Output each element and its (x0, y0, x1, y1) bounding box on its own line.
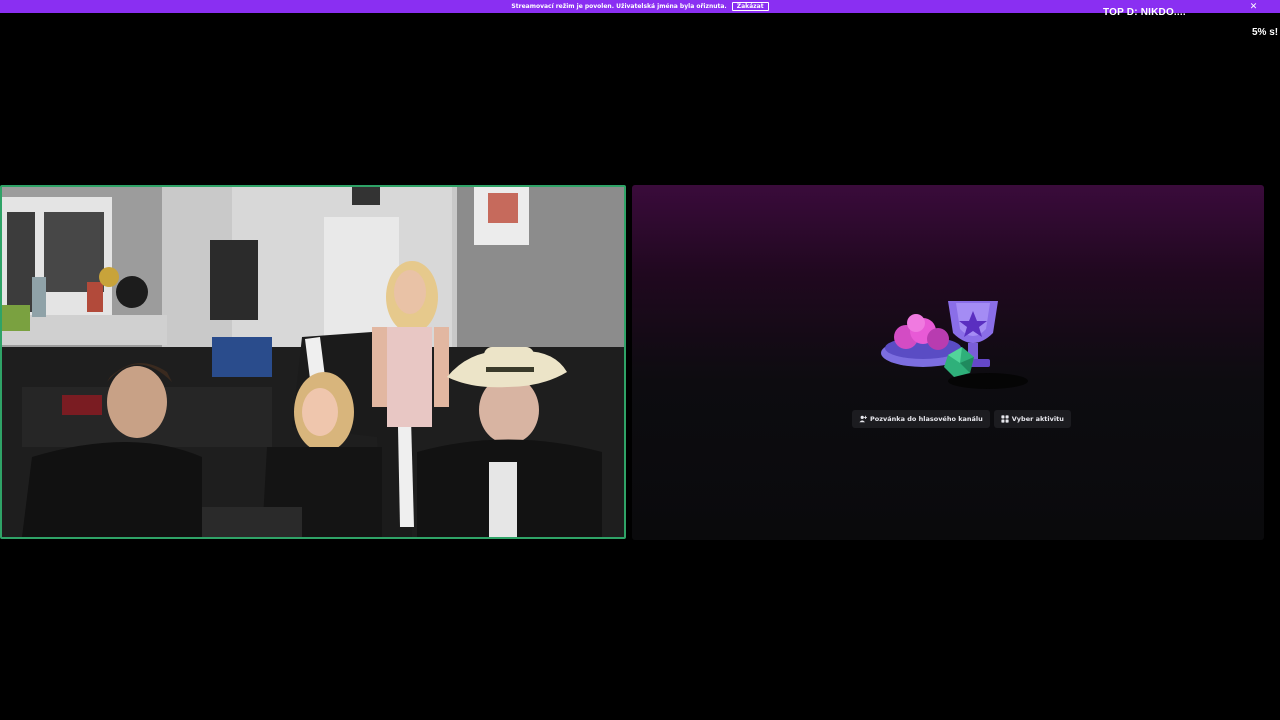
apps-icon (1001, 415, 1009, 423)
invite-voice-channel-label: Pozvánka do hlasového kanálu (870, 415, 983, 423)
percent-overlay: 5% s! (1252, 27, 1279, 38)
close-icon[interactable]: ✕ (1247, 0, 1260, 13)
activity-tile: Pozvánka do hlasového kanálu Vyber aktiv… (632, 185, 1264, 540)
choose-activity-label: Vyber aktivitu (1011, 415, 1064, 423)
person-add-icon (859, 415, 867, 423)
trophy-gems-illustration (881, 301, 1028, 389)
video-feed (2, 187, 624, 537)
invite-voice-channel-button[interactable]: Pozvánka do hlasového kanálu (852, 410, 990, 428)
video-tile[interactable] (0, 185, 626, 539)
disable-streaming-button[interactable]: Zakázat (731, 2, 769, 11)
choose-activity-button[interactable]: Vyber aktivitu (993, 410, 1071, 428)
streaming-notice-text: Streamovací režim je povolen. Uživatelsk… (511, 3, 727, 10)
streaming-notice-bar: Streamovací režim je povolen. Uživatelsk… (0, 0, 1280, 13)
top-donor-overlay: TOP D: NIKDO.... (1103, 7, 1186, 18)
app-window: Streamovací režim je povolen. Uživatelsk… (0, 0, 1280, 720)
activity-buttons: Pozvánka do hlasového kanálu Vyber aktiv… (852, 410, 1071, 428)
